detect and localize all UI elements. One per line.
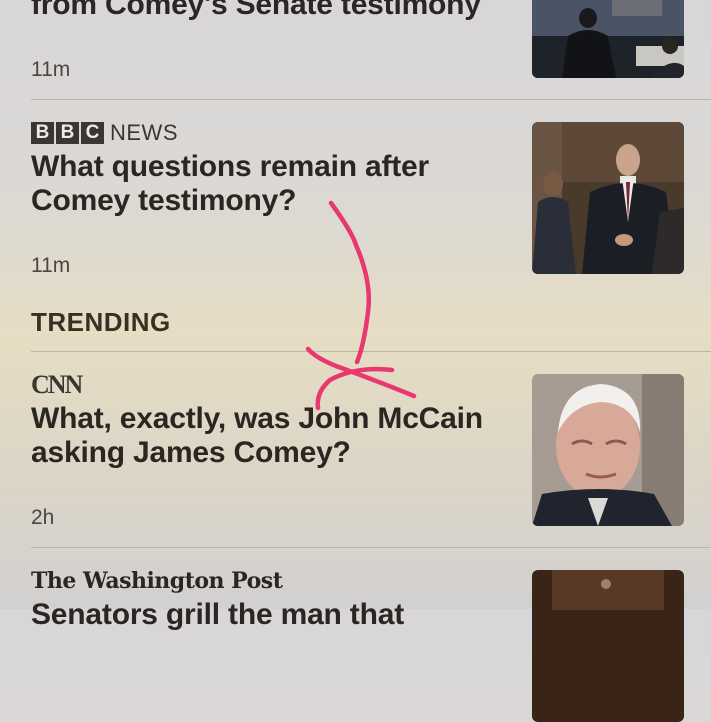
bbc-news-wordmark: NEWS	[110, 120, 178, 145]
article-thumbnail	[532, 0, 684, 78]
article-thumbnail	[532, 374, 684, 526]
washington-post-photo-image	[532, 570, 684, 722]
article-time: 2h	[31, 506, 55, 529]
article-headline: What, exactly, was John McCain asking Ja…	[31, 402, 483, 469]
bbc-box-letter: B	[56, 122, 79, 144]
comey-photo-image	[532, 122, 684, 274]
mccain-photo-image	[532, 374, 684, 526]
source-logo-bbc-news: B B C NEWS	[31, 122, 178, 144]
article-time: 11m	[31, 58, 71, 81]
article-time: 11m	[31, 254, 71, 277]
article-headline: from Comey's Senate testimony	[31, 0, 481, 21]
section-title-trending: TRENDING	[31, 307, 171, 337]
article-bbc-comey-questions[interactable]: B B C NEWS What questions remain after Come…	[0, 100, 711, 290]
article-cnn-mccain-comey[interactable]: CNN What, exactly, was John McCain askin…	[0, 352, 711, 547]
article-thumbnail	[532, 570, 684, 722]
article-headline: What questions remain after Comey testim…	[31, 150, 430, 217]
hearing-room-image	[532, 0, 684, 78]
source-logo-cnn: CNN	[31, 370, 83, 400]
cnn-wordmark: CNN	[31, 370, 83, 399]
source-logo-washington-post: The Washington Post	[31, 568, 283, 594]
article-washington-post[interactable]: The Washington Post Senators grill the m…	[0, 548, 711, 722]
article-headline: Senators grill the man that	[31, 598, 404, 631]
news-feed: from Comey's Senate testimony 11m B B C NEW…	[0, 0, 711, 722]
bbc-box-letter: B	[31, 122, 54, 144]
article-thumbnail	[532, 122, 684, 274]
bbc-box-letter: C	[81, 122, 104, 144]
article-senate-testimony[interactable]: from Comey's Senate testimony 11m	[0, 0, 711, 100]
washington-post-wordmark: The Washington Post	[31, 568, 283, 594]
